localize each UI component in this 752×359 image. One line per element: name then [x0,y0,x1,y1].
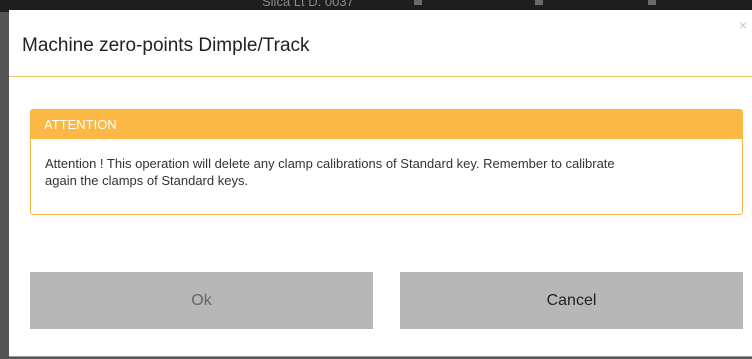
zero-points-dialog: Machine zero-points Dimple/Track × ATTEN… [9,10,752,357]
alert-heading: ATTENTION [31,110,742,139]
alert-message: Attention ! This operation will delete a… [45,156,615,188]
background-icon [535,0,543,5]
background-icon [414,0,422,5]
background-partial-text: Silca Lt D. 0037 [262,0,354,9]
dialog-title: Machine zero-points Dimple/Track [22,35,310,56]
dialog-header: Machine zero-points Dimple/Track × [9,10,752,77]
close-icon[interactable]: × [736,18,750,32]
attention-alert: ATTENTION Attention ! This operation wil… [30,109,743,215]
ok-button[interactable]: Ok [30,272,373,329]
background-icon [648,0,656,5]
cancel-button[interactable]: Cancel [400,272,743,329]
